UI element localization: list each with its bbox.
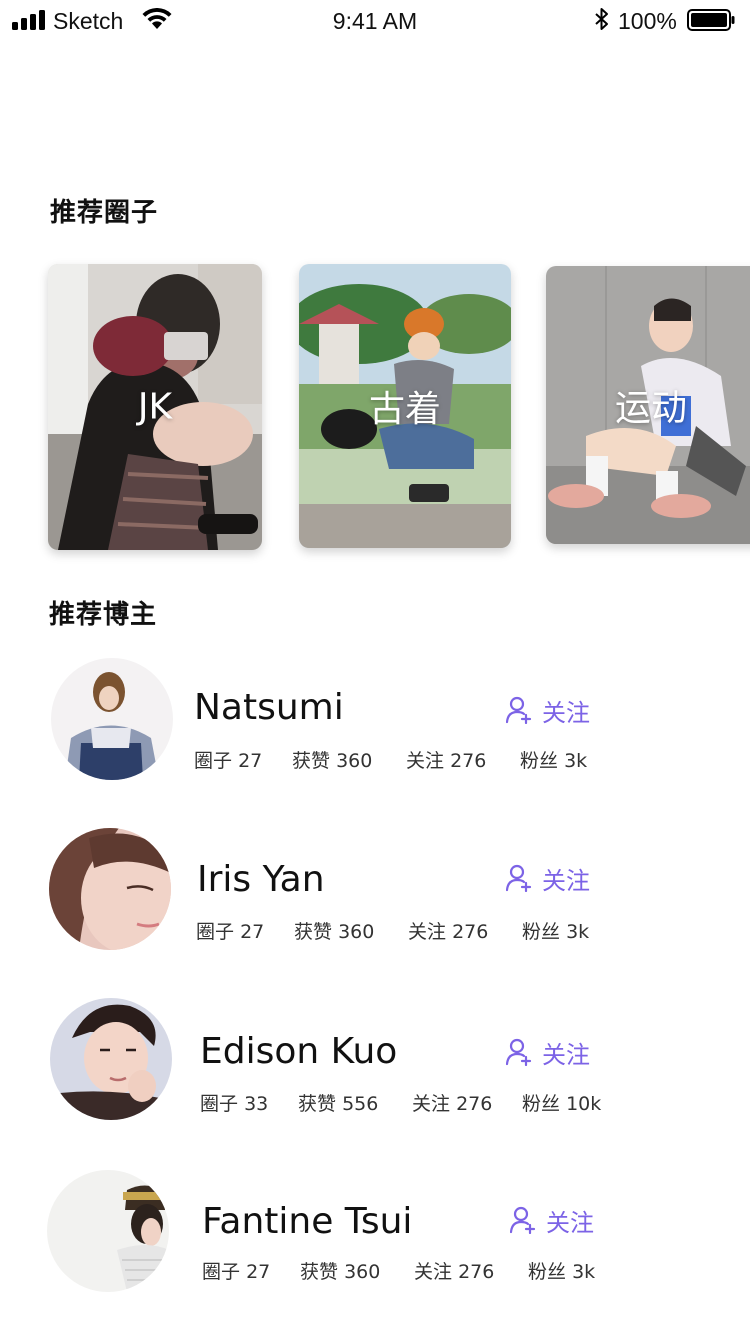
stat-likes: 获赞 360 bbox=[292, 750, 373, 772]
blogger-name[interactable]: Fantine Tsui bbox=[202, 1201, 412, 1242]
circle-label: 运动 bbox=[614, 388, 687, 429]
stat-following[interactable]: 关注 276 bbox=[406, 746, 486, 773]
avatar[interactable] bbox=[50, 998, 172, 1120]
stat-circles: 圈子 33 bbox=[200, 1093, 269, 1115]
add-user-icon bbox=[506, 864, 532, 892]
avatar[interactable] bbox=[47, 1170, 169, 1292]
stat-circles: 圈子 27 bbox=[202, 1261, 271, 1283]
recommended-bloggers-title: 推荐博主 bbox=[49, 600, 158, 630]
circle-card-sports[interactable]: 运动 bbox=[546, 266, 750, 544]
blogger-name[interactable]: Edison Kuo bbox=[200, 1031, 397, 1072]
blogger-item: Fantine Tsui 关注 圈子 27 获赞 360 关注 276 粉丝 3… bbox=[0, 1170, 750, 1300]
follow-label: 关注 bbox=[542, 1040, 590, 1069]
follow-button[interactable]: 关注 bbox=[510, 1203, 594, 1237]
blogger-name[interactable]: Natsumi bbox=[194, 687, 344, 728]
blogger-item: Natsumi 关注 圈子 27 获赞 360 关注 276 粉丝 3k bbox=[0, 658, 750, 788]
stat-likes: 获赞 556 bbox=[298, 1093, 379, 1115]
stat-likes: 获赞 360 bbox=[300, 1261, 381, 1283]
recommended-circles-title: 推荐圈子 bbox=[50, 198, 159, 228]
follow-label: 关注 bbox=[546, 1208, 594, 1237]
follow-button[interactable]: 关注 bbox=[506, 861, 590, 895]
battery-icon bbox=[687, 9, 735, 31]
stat-followers[interactable]: 粉丝 3k bbox=[528, 1257, 595, 1284]
circle-label: JK bbox=[137, 386, 173, 428]
avatar-image bbox=[47, 1170, 169, 1292]
status-bar: Sketch 9:41 AM 100% bbox=[0, 0, 750, 44]
stat-circles: 圈子 27 bbox=[194, 750, 263, 772]
circle-label: 古着 bbox=[368, 389, 441, 430]
avatar[interactable] bbox=[49, 828, 171, 950]
follow-button[interactable]: 关注 bbox=[506, 1035, 590, 1069]
stat-followers[interactable]: 粉丝 10k bbox=[522, 1089, 601, 1116]
avatar-image bbox=[51, 658, 173, 780]
add-user-icon bbox=[506, 1038, 532, 1066]
battery-percent: 100% bbox=[618, 8, 677, 34]
stat-likes: 获赞 360 bbox=[294, 921, 375, 943]
avatar-image bbox=[49, 828, 171, 950]
blogger-name[interactable]: Iris Yan bbox=[197, 859, 325, 900]
blogger-item: Iris Yan 关注 圈子 27 获赞 360 关注 276 粉丝 3k bbox=[0, 828, 750, 958]
add-user-icon bbox=[506, 696, 532, 724]
blogger-item: Edison Kuo 关注 圈子 33 获赞 556 关注 276 粉丝 10k bbox=[0, 998, 750, 1128]
stat-followers[interactable]: 粉丝 3k bbox=[520, 746, 587, 773]
add-user-icon bbox=[510, 1206, 536, 1234]
follow-label: 关注 bbox=[542, 698, 590, 727]
stat-followers[interactable]: 粉丝 3k bbox=[522, 917, 589, 944]
circle-card-jk[interactable]: JK bbox=[48, 264, 262, 550]
follow-button[interactable]: 关注 bbox=[506, 693, 590, 727]
avatar-image bbox=[50, 998, 172, 1120]
bluetooth-icon bbox=[595, 8, 608, 30]
stat-following[interactable]: 关注 276 bbox=[412, 1089, 492, 1116]
avatar[interactable] bbox=[51, 658, 173, 780]
stat-following[interactable]: 关注 276 bbox=[414, 1257, 494, 1284]
circle-card-vintage[interactable]: 古着 bbox=[299, 264, 511, 548]
stat-circles: 圈子 27 bbox=[196, 921, 265, 943]
follow-label: 关注 bbox=[542, 866, 590, 895]
stat-following[interactable]: 关注 276 bbox=[408, 917, 488, 944]
